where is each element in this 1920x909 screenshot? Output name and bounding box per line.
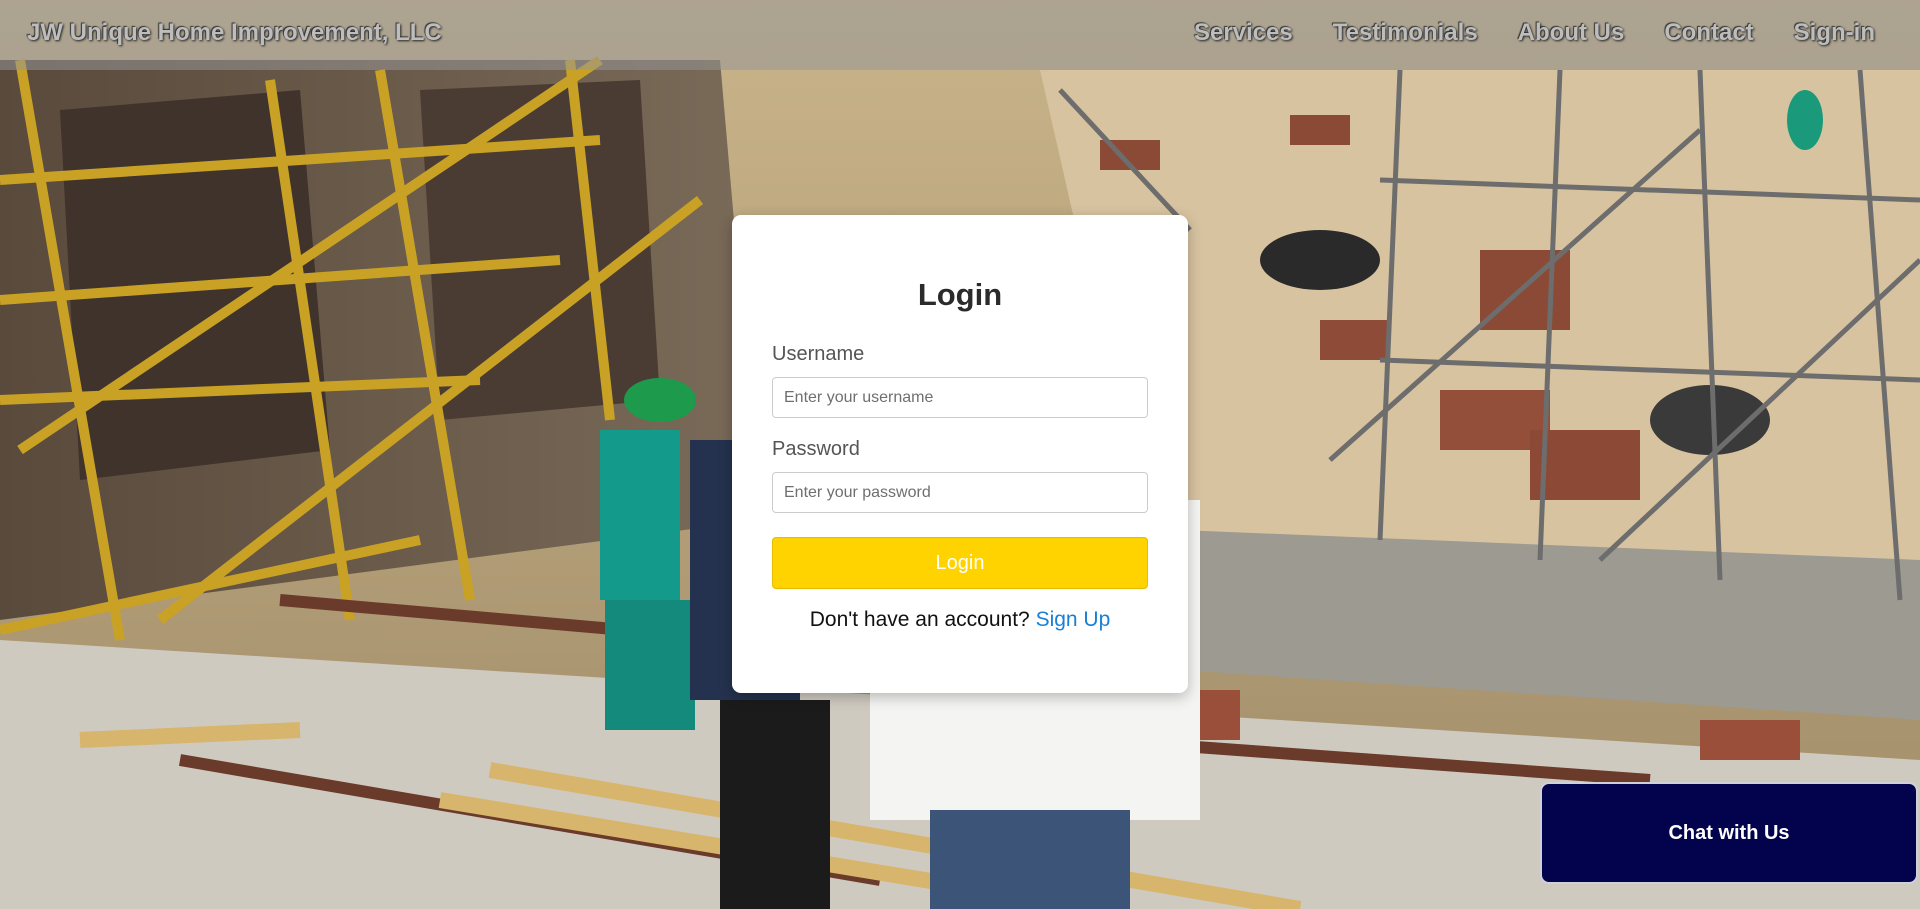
top-navbar: JW Unique Home Improvement, LLC Services… [0,0,1920,70]
signup-prompt: Don't have an account? [809,608,1036,631]
nav-links: Services Testimonials About Us Contact S… [1194,19,1875,47]
signup-link[interactable]: Sign Up [1036,608,1111,631]
page: JW Unique Home Improvement, LLC Services… [0,0,1920,909]
login-title: Login [917,277,1003,312]
username-label: Username [772,343,865,365]
brand-name[interactable]: JW Unique Home Improvement, LLC [27,19,442,47]
password-input[interactable] [772,472,1148,513]
nav-about-us-link[interactable]: About Us [1518,19,1625,47]
nav-sign-in-link[interactable]: Sign-in [1794,19,1875,47]
login-card: Login Username Password Login Don't have… [732,215,1188,693]
nav-testimonials-link[interactable]: Testimonials [1333,19,1478,47]
nav-services-link[interactable]: Services [1194,19,1293,47]
login-button[interactable]: Login [772,537,1148,589]
nav-contact-link[interactable]: Contact [1664,19,1753,47]
username-input[interactable] [772,377,1148,418]
password-label: Password [772,438,860,460]
signup-row: Don't have an account? Sign Up [732,608,1188,632]
chat-with-us-button[interactable]: Chat with Us [1540,782,1918,884]
